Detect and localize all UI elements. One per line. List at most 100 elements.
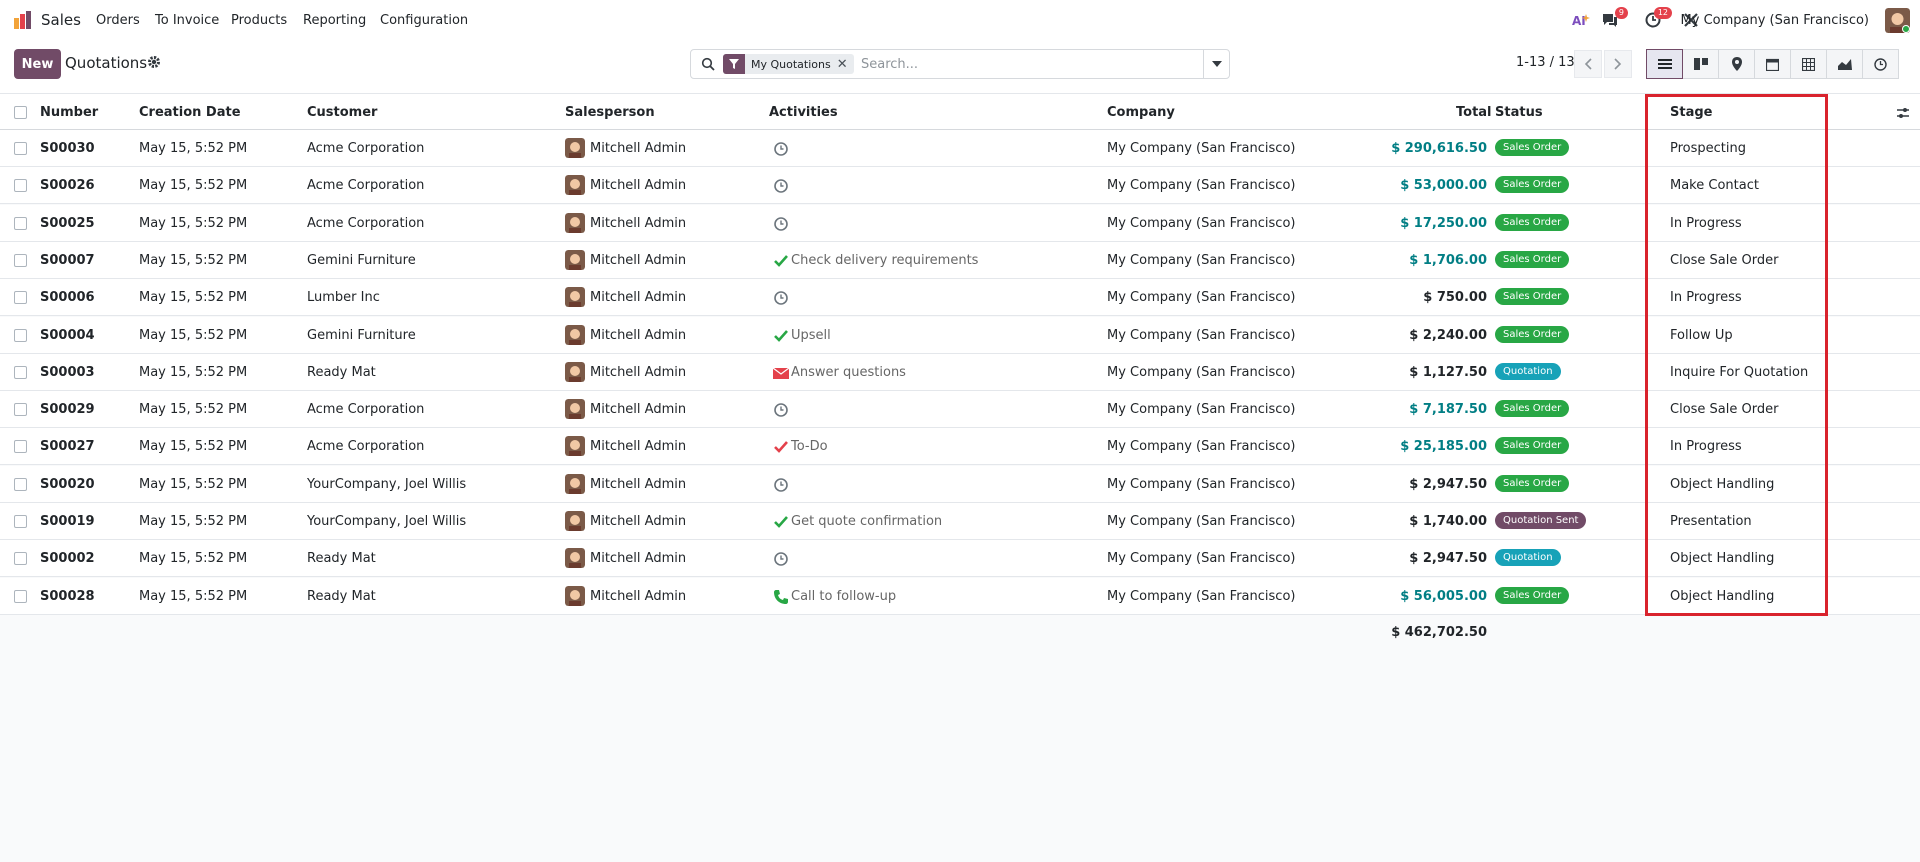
row-checkbox[interactable] [14,589,27,603]
creation-date: May 15, 5:52 PM [139,252,248,268]
search-options-toggle[interactable] [1203,50,1229,78]
table-row[interactable]: S00028 May 15, 5:52 PM Ready Mat Mitchel… [0,577,1920,615]
creation-date: May 15, 5:52 PM [139,476,248,492]
col-creation-date[interactable]: Creation Date [139,105,241,120]
row-checkbox[interactable] [14,440,27,454]
clock-icon[interactable] [773,290,789,306]
order-number: S00025 [40,215,95,231]
app-name[interactable]: Sales [41,11,81,29]
check-icon[interactable] [773,253,789,269]
kanban-view-button[interactable] [1682,49,1719,79]
salesperson-avatar [565,399,585,420]
col-number[interactable]: Number [40,105,98,120]
envelope-icon[interactable] [773,365,789,381]
menu-configuration[interactable]: Configuration [380,13,468,28]
col-salesperson[interactable]: Salesperson [565,105,655,120]
table-row[interactable]: S00029 May 15, 5:52 PM Acme Corporation … [0,391,1920,429]
table-row[interactable]: S00030 May 15, 5:52 PM Acme Corporation … [0,130,1920,167]
optional-columns-icon[interactable] [1896,106,1910,120]
clock-icon[interactable] [773,216,789,232]
order-total: $ 17,250.00 [1400,215,1487,231]
user-avatar[interactable] [1885,8,1910,33]
activity-summary[interactable]: Upsell [791,328,831,343]
pager-previous[interactable] [1574,50,1602,78]
table-row[interactable]: S00007 May 15, 5:52 PM Gemini Furniture … [0,241,1920,279]
activity-summary[interactable]: Get quote confirmation [791,514,942,529]
salesperson-avatar [565,585,585,606]
row-checkbox[interactable] [14,328,27,342]
ai-icon[interactable]: AI [1572,12,1590,28]
gear-icon[interactable] [147,55,161,69]
activity-summary[interactable]: Call to follow-up [791,589,896,604]
calendar-view-button[interactable] [1754,49,1791,79]
salesperson-avatar [565,212,585,233]
table-row[interactable]: S00006 May 15, 5:52 PM Lumber Inc Mitche… [0,279,1920,317]
list-view-button[interactable] [1646,49,1683,79]
menu-orders[interactable]: Orders [96,13,140,28]
facet-close-icon[interactable]: ✕ [837,57,854,72]
phone-icon[interactable] [773,589,789,605]
table-row[interactable]: S00002 May 15, 5:52 PM Ready Mat Mitchel… [0,540,1920,578]
row-checkbox[interactable] [14,216,27,230]
customer-name: Gemini Furniture [307,327,416,343]
pager-next[interactable] [1604,50,1632,78]
clock-icon[interactable] [773,477,789,493]
activity-icon-wrap[interactable]: 12 [1645,7,1672,28]
menu-products[interactable]: Products [231,13,287,28]
salesperson-name: Mitchell Admin [590,551,687,567]
col-customer[interactable]: Customer [307,105,377,120]
activity-summary[interactable]: Check delivery requirements [791,253,978,268]
col-company[interactable]: Company [1107,105,1175,120]
company-name: My Company (San Francisco) [1107,178,1296,194]
map-view-button[interactable] [1718,49,1755,79]
row-checkbox[interactable] [14,142,27,155]
table-row[interactable]: S00026 May 15, 5:52 PM Acme Corporation … [0,167,1920,205]
select-all-checkbox[interactable] [14,106,27,119]
chat-icon-wrap[interactable]: 9 [1601,7,1628,28]
clock-icon[interactable] [773,551,789,567]
row-checkbox[interactable] [14,253,27,267]
activity-summary[interactable]: To-Do [791,439,828,454]
search-icon[interactable] [701,57,715,71]
col-activities[interactable]: Activities [769,105,838,120]
order-number: S00026 [40,178,95,194]
table-row[interactable]: S00020 May 15, 5:52 PM YourCompany, Joel… [0,465,1920,503]
check-icon[interactable] [773,328,789,344]
pivot-view-button[interactable] [1790,49,1827,79]
row-checkbox[interactable] [14,477,27,491]
area-chart-icon [1837,59,1852,70]
row-checkbox[interactable] [14,179,27,193]
table-row[interactable]: S00027 May 15, 5:52 PM Acme Corporation … [0,428,1920,466]
table-row[interactable]: S00025 May 15, 5:52 PM Acme Corporation … [0,204,1920,242]
col-total[interactable]: Total [1456,105,1492,120]
company-switcher[interactable]: My Company (San Francisco) [1681,13,1869,28]
activity-view-button[interactable] [1862,49,1899,79]
salesperson-name: Mitchell Admin [590,178,687,194]
clock-icon[interactable] [773,178,789,194]
creation-date: May 15, 5:52 PM [139,439,248,455]
table-row[interactable]: S00003 May 15, 5:52 PM Ready Mat Mitchel… [0,353,1920,391]
todo-check-icon[interactable] [773,439,789,455]
col-status[interactable]: Status [1495,105,1543,120]
search-input[interactable] [861,55,1181,73]
row-checkbox[interactable] [14,403,27,417]
row-checkbox[interactable] [14,552,27,566]
row-checkbox[interactable] [14,515,27,528]
menu-reporting[interactable]: Reporting [303,13,366,28]
row-checkbox[interactable] [14,291,27,305]
new-button[interactable]: New [14,49,61,79]
col-stage[interactable]: Stage [1670,105,1712,120]
activity-summary[interactable]: Answer questions [791,365,906,380]
graph-view-button[interactable] [1826,49,1863,79]
check-icon[interactable] [773,514,789,530]
row-checkbox[interactable] [14,365,27,379]
clock-icon[interactable] [773,402,789,418]
map-pin-icon [1731,57,1742,71]
menu-to-invoice[interactable]: To Invoice [155,13,219,28]
table-row[interactable]: S00019 May 15, 5:52 PM YourCompany, Joel… [0,503,1920,540]
sales-app-icon[interactable] [13,11,33,29]
pager-value[interactable]: 1-13 / 13 [1516,55,1575,70]
table-row[interactable]: S00004 May 15, 5:52 PM Gemini Furniture … [0,316,1920,354]
company-name: My Company (San Francisco) [1107,514,1296,529]
clock-icon[interactable] [773,141,789,157]
